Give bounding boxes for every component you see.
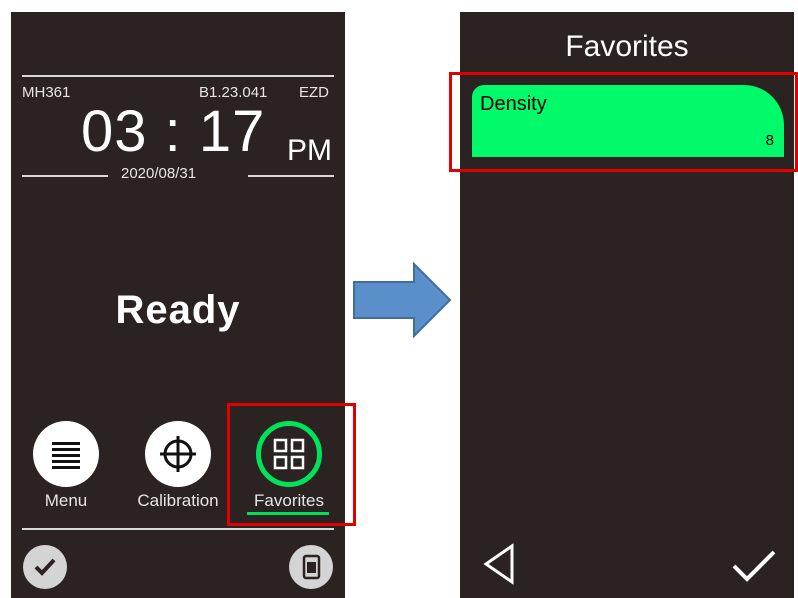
crosshair-icon: [160, 436, 196, 472]
confirm-button-favorites[interactable]: [730, 546, 778, 591]
date-divider-right: [248, 175, 334, 177]
calibration-label: Calibration: [137, 491, 219, 510]
date-divider-left: [22, 175, 108, 177]
favorite-item-highlight-box: [449, 72, 798, 172]
back-button[interactable]: [480, 542, 520, 591]
triangle-left-icon: [483, 543, 514, 585]
check-icon: [34, 558, 56, 576]
clock-date: 2020/08/31: [121, 165, 197, 182]
clock-time: 03 : 17: [81, 99, 266, 164]
transition-arrow-icon: [353, 262, 452, 338]
page-title: Favorites: [565, 30, 689, 63]
mode-label: EZD: [299, 84, 329, 101]
clock-ampm: PM: [287, 134, 332, 167]
menu-label: Menu: [44, 491, 88, 510]
list-icon: [52, 442, 80, 469]
footer-divider: [22, 528, 334, 530]
favorites-highlight-box: [227, 403, 356, 526]
calibration-button[interactable]: [145, 421, 211, 487]
confirm-button[interactable]: [23, 545, 67, 589]
status-text: Ready: [115, 288, 241, 332]
device-icon: [302, 554, 321, 580]
menu-button[interactable]: [33, 421, 99, 487]
header-divider: [22, 75, 334, 77]
device-model: MH361: [22, 84, 71, 101]
check-icon: [732, 550, 776, 582]
device-button[interactable]: [289, 545, 333, 589]
